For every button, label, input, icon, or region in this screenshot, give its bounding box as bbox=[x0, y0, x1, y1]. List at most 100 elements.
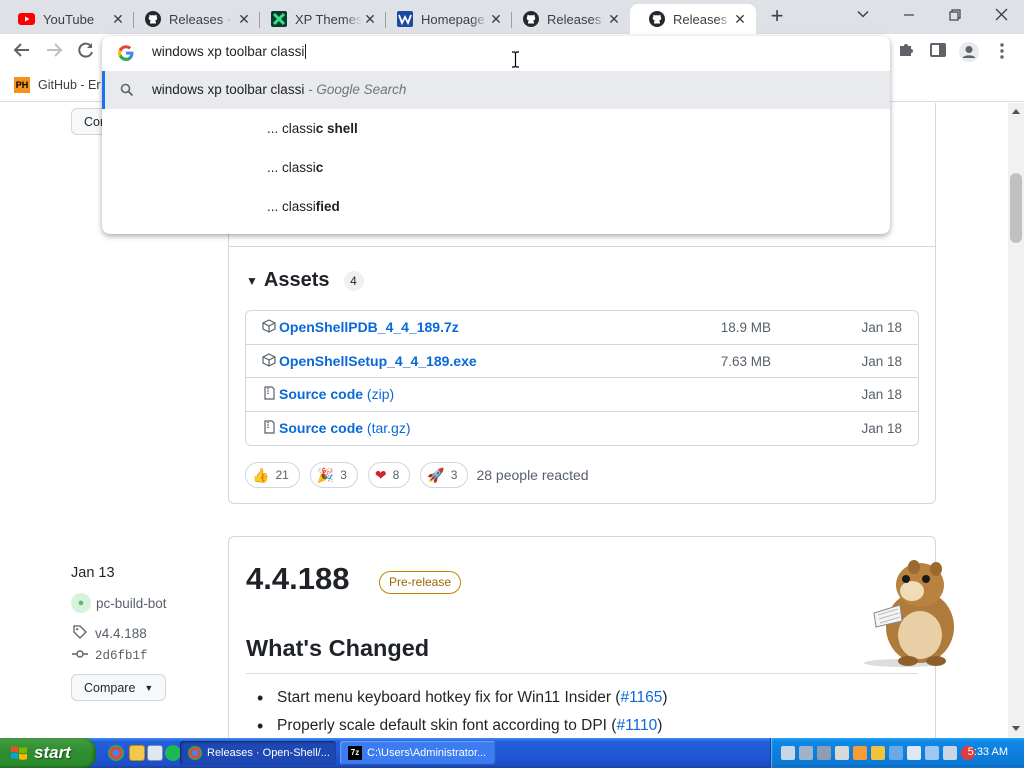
tab-releases-active[interactable]: Releases · Open-Shell ✕ bbox=[630, 4, 756, 34]
tab-xp-themes[interactable]: XP Themes ✕ bbox=[252, 4, 386, 34]
package-icon bbox=[262, 319, 276, 333]
scroll-down-icon[interactable] bbox=[1012, 726, 1020, 731]
folder-quicklaunch-icon[interactable] bbox=[129, 745, 145, 761]
omnibox-dropdown: windows xp toolbar classi windows xp too… bbox=[102, 36, 890, 234]
close-icon[interactable]: ✕ bbox=[236, 11, 252, 27]
asset-date: Jan 18 bbox=[861, 320, 902, 335]
release-author[interactable]: ● pc-build-bot bbox=[71, 593, 167, 613]
suggestion-completion[interactable]: ... classic bbox=[102, 149, 890, 187]
start-button[interactable]: start bbox=[0, 738, 96, 768]
app-tray-icon[interactable] bbox=[853, 746, 867, 760]
chrome-icon bbox=[188, 746, 202, 760]
bookmark-github[interactable]: PH GitHub - Er bbox=[14, 77, 101, 93]
assets-count-badge: 4 bbox=[343, 270, 364, 291]
assets-header[interactable]: ▼ Assets 4 bbox=[246, 269, 364, 292]
bluetooth-tray-icon[interactable] bbox=[889, 746, 903, 760]
reactions-summary: 28 people reacted bbox=[476, 467, 589, 483]
commit-icon bbox=[71, 648, 89, 664]
search-tray-icon[interactable] bbox=[871, 746, 885, 760]
list-item: Properly scale default skin font accordi… bbox=[257, 716, 668, 738]
forward-arrow-icon[interactable] bbox=[42, 41, 66, 65]
scroll-up-icon[interactable] bbox=[1012, 109, 1020, 114]
tab-releases-1[interactable]: Releases · Open-Shell ✕ bbox=[126, 4, 260, 34]
asset-date: Jan 18 bbox=[861, 420, 902, 436]
close-icon[interactable]: ✕ bbox=[606, 11, 622, 27]
party-popper-icon: 🎉 bbox=[316, 466, 335, 483]
suggestion-completion[interactable]: ... classic shell bbox=[102, 110, 890, 148]
side-panel-icon[interactable] bbox=[926, 41, 950, 65]
reaction-party[interactable]: 🎉 3 bbox=[309, 462, 358, 488]
close-icon[interactable]: ✕ bbox=[110, 11, 126, 27]
prerelease-badge: Pre-release bbox=[379, 571, 462, 594]
asset-link[interactable]: OpenShellSetup_4_4_189.exe bbox=[279, 353, 477, 369]
reaction-thumbs-up[interactable]: 👍 21 bbox=[245, 462, 300, 488]
homepage-icon bbox=[396, 11, 413, 28]
suggestion-completion[interactable]: ... classified bbox=[102, 188, 890, 226]
address-bar[interactable]: windows xp toolbar classi bbox=[102, 36, 890, 70]
windows-flag-icon bbox=[10, 744, 28, 762]
asset-link[interactable]: Source code (zip) bbox=[279, 386, 394, 402]
tab-search-chevron-icon[interactable] bbox=[840, 4, 886, 30]
search-icon bbox=[120, 83, 134, 100]
system-tray: 5:33 AM bbox=[770, 738, 1024, 768]
taskbar-task-7zip[interactable]: 7z C:\Users\Administrator... bbox=[340, 741, 496, 765]
close-icon[interactable]: ✕ bbox=[488, 11, 504, 27]
tools-tray-icon[interactable] bbox=[781, 746, 795, 760]
close-icon[interactable]: ✕ bbox=[362, 11, 378, 27]
asset-link[interactable]: Source code (tar.gz) bbox=[279, 420, 411, 436]
page-scrollbar[interactable] bbox=[1008, 103, 1024, 738]
tab-strip: YouTube ✕ Releases · Open-Shell ✕ XP The… bbox=[0, 0, 1024, 34]
close-window-icon[interactable] bbox=[978, 4, 1024, 30]
reaction-heart[interactable]: ❤ 8 bbox=[367, 462, 411, 488]
restore-icon[interactable] bbox=[932, 4, 978, 30]
water-drop-tray-icon[interactable] bbox=[925, 746, 939, 760]
close-icon[interactable]: ✕ bbox=[732, 11, 748, 27]
release-commit[interactable]: 2d6fb1f bbox=[71, 648, 148, 664]
asset-row: Source code (tar.gz) Jan 18 bbox=[246, 412, 918, 446]
taskbar-task-chrome[interactable]: Releases · Open-Shell/... bbox=[180, 741, 336, 765]
back-arrow-icon[interactable] bbox=[10, 41, 34, 65]
app-tray-icon[interactable] bbox=[817, 746, 831, 760]
issue-link[interactable]: #1165 bbox=[620, 689, 662, 706]
suggestion-search[interactable]: windows xp toolbar classi - Google Searc… bbox=[102, 71, 890, 109]
new-tab-button[interactable]: + bbox=[766, 5, 788, 28]
asset-row: Source code (zip) Jan 18 bbox=[246, 378, 918, 412]
release-title[interactable]: 4.4.188 bbox=[246, 561, 349, 597]
rocket-icon: 🚀 bbox=[427, 466, 445, 483]
app-tray-icon[interactable] bbox=[835, 746, 849, 760]
network-tray-icon[interactable] bbox=[799, 746, 813, 760]
changes-list: Start menu keyboard hotkey fix for Win11… bbox=[257, 688, 668, 738]
ph-icon: PH bbox=[14, 77, 30, 93]
minimize-icon[interactable] bbox=[886, 4, 932, 30]
app-tray-icon[interactable] bbox=[907, 746, 921, 760]
chrome-quicklaunch-icon[interactable] bbox=[108, 745, 124, 761]
asset-link[interactable]: OpenShellPDB_4_4_189.7z bbox=[279, 319, 459, 335]
reactions-bar: 👍 21 🎉 3 ❤ 8 🚀 3 28 people reacted bbox=[245, 462, 589, 488]
bot-avatar-icon: ● bbox=[71, 593, 91, 613]
scroll-thumb[interactable] bbox=[1010, 173, 1022, 243]
kebab-menu-icon[interactable] bbox=[990, 41, 1014, 65]
google-g-icon bbox=[118, 45, 134, 66]
list-item: Start menu keyboard hotkey fix for Win11… bbox=[257, 688, 668, 717]
tab-releases-2[interactable]: Releases · Open-Shell ✕ bbox=[504, 4, 630, 34]
tag-icon bbox=[71, 625, 89, 642]
profile-avatar-icon[interactable] bbox=[957, 41, 981, 65]
volume-tray-icon[interactable] bbox=[943, 746, 957, 760]
hamster-reading-image bbox=[842, 555, 962, 670]
extensions-puzzle-icon[interactable] bbox=[894, 41, 918, 65]
compare-button[interactable]: Compare ▼ bbox=[71, 674, 167, 701]
tab-youtube[interactable]: YouTube ✕ bbox=[0, 4, 134, 34]
xp-themes-icon bbox=[270, 11, 287, 28]
tab-homepage[interactable]: Homepage ✕ bbox=[378, 4, 512, 34]
7zip-icon: 7z bbox=[348, 746, 362, 760]
dropdown-caret-icon: ▼ bbox=[144, 682, 154, 693]
issue-link[interactable]: #1110 bbox=[616, 717, 657, 734]
youtube-icon bbox=[18, 11, 35, 28]
address-input[interactable]: windows xp toolbar classi bbox=[152, 44, 307, 59]
clock[interactable]: 5:33 AM bbox=[968, 746, 1008, 758]
release-tag[interactable]: v4.4.188 bbox=[71, 625, 147, 642]
reaction-rocket[interactable]: 🚀 3 bbox=[420, 462, 469, 488]
reload-icon[interactable] bbox=[74, 41, 98, 65]
spotify-quicklaunch-icon[interactable] bbox=[165, 745, 181, 761]
window-quicklaunch-icon[interactable] bbox=[147, 745, 163, 761]
